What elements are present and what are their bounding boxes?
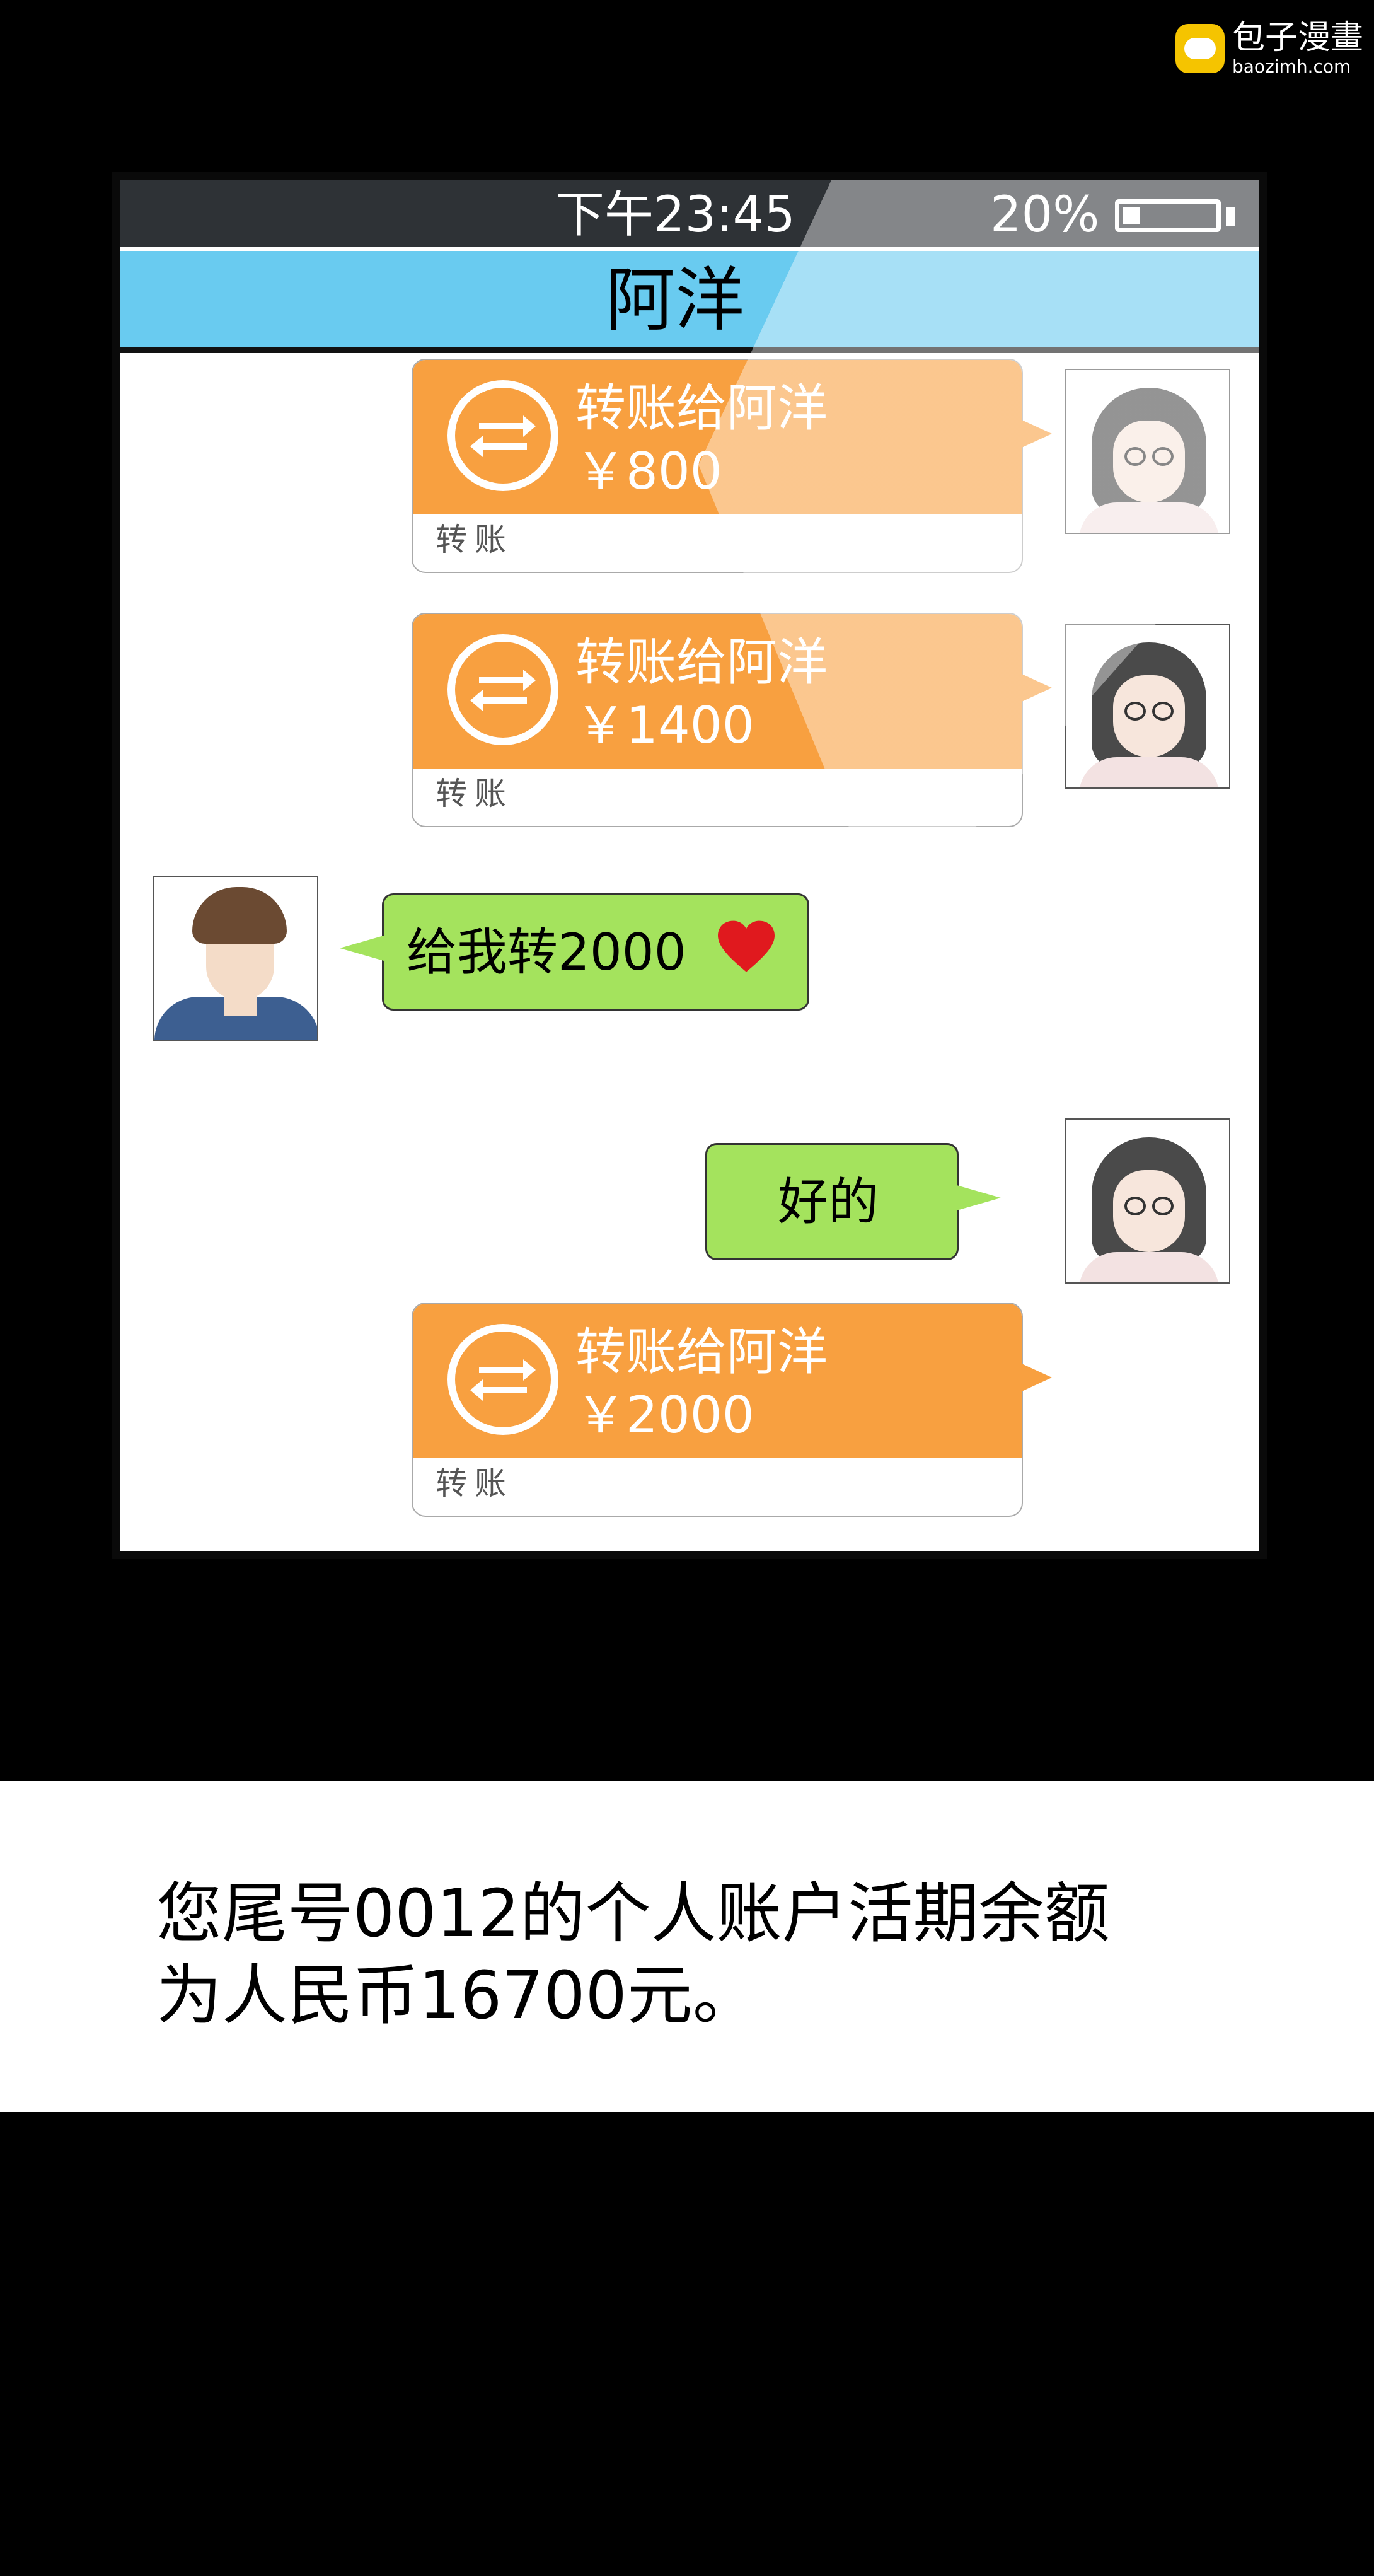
bubble-tail xyxy=(1022,420,1052,448)
battery-icon xyxy=(1115,199,1221,232)
message-text: 给我转2000 xyxy=(407,923,686,982)
caption-line-2: 为人民币16700元。 xyxy=(156,1957,758,2034)
transfer-amount: ￥1400 xyxy=(575,696,754,755)
bank-balance-caption: 您尾号0012的个人账户活期余额 为人民币16700元。 xyxy=(156,1872,1228,2036)
transfer-title: 转账给阿洋 xyxy=(575,633,828,692)
status-bar: 下午23:45 20% xyxy=(120,180,1259,247)
bubble-tail xyxy=(957,1185,1001,1210)
transfer-footer: 转账 xyxy=(436,775,514,812)
transfer-amount: ￥2000 xyxy=(575,1386,754,1444)
caption-line-1: 您尾号0012的个人账户活期余额 xyxy=(156,1875,1110,1952)
contact-name: 阿洋 xyxy=(606,260,744,340)
transfer-icon xyxy=(447,634,558,745)
transfer-title: 转账给阿洋 xyxy=(575,1323,828,1381)
transfer-card-body: 转账给阿洋 ￥800 xyxy=(413,360,1022,514)
bubble-tail xyxy=(340,936,384,961)
transfer-icon xyxy=(447,380,558,491)
battery-tip xyxy=(1226,207,1235,226)
chat-header: 阿洋 xyxy=(120,251,1259,347)
caption-panel: 您尾号0012的个人账户活期余额 为人民币16700元。 xyxy=(0,1781,1374,2112)
transfer-card-body: 转账给阿洋 ￥1400 xyxy=(413,614,1022,769)
watermark-title: 包子漫畫 xyxy=(1232,19,1364,57)
transfer-card[interactable]: 转账给阿洋 ￥1400 转账 xyxy=(412,613,1052,827)
battery-percent: 20% xyxy=(990,187,1100,243)
sender-avatar[interactable] xyxy=(1065,624,1230,789)
contact-avatar[interactable] xyxy=(153,876,318,1041)
transfer-icon xyxy=(447,1324,558,1435)
transfer-card-body: 转账给阿洋 ￥2000 xyxy=(413,1304,1022,1458)
transfer-title: 转账给阿洋 xyxy=(575,379,828,438)
phone-frame: 下午23:45 20% 阿洋 转账给阿洋 ￥800 转账 转账给阿洋 ￥1400… xyxy=(112,172,1267,1559)
outgoing-message-bubble[interactable]: 好的 xyxy=(705,1143,1001,1260)
transfer-card[interactable]: 转账给阿洋 ￥2000 转账 xyxy=(412,1303,1052,1517)
heart-icon xyxy=(718,920,775,972)
transfer-footer: 转账 xyxy=(436,1465,514,1502)
phone-screen: 下午23:45 20% 阿洋 转账给阿洋 ￥800 转账 转账给阿洋 ￥1400… xyxy=(120,180,1259,1551)
watermark-url: baozimh.com xyxy=(1232,56,1351,77)
bubble-tail xyxy=(1022,1364,1052,1391)
transfer-footer: 转账 xyxy=(436,521,514,558)
header-divider xyxy=(120,347,1259,353)
sender-avatar[interactable] xyxy=(1065,369,1230,534)
message-text: 好的 xyxy=(778,1173,879,1231)
sender-avatar[interactable] xyxy=(1065,1118,1230,1284)
status-time: 下午23:45 xyxy=(555,187,795,243)
bun-logo-icon xyxy=(1175,24,1225,73)
bubble-tail xyxy=(1022,674,1052,702)
transfer-card[interactable]: 转账给阿洋 ￥800 转账 xyxy=(412,359,1052,573)
incoming-message-bubble[interactable]: 给我转2000 xyxy=(340,893,809,1011)
watermark: 包子漫畫 baozimh.com xyxy=(1175,19,1365,79)
transfer-amount: ￥800 xyxy=(575,442,722,501)
